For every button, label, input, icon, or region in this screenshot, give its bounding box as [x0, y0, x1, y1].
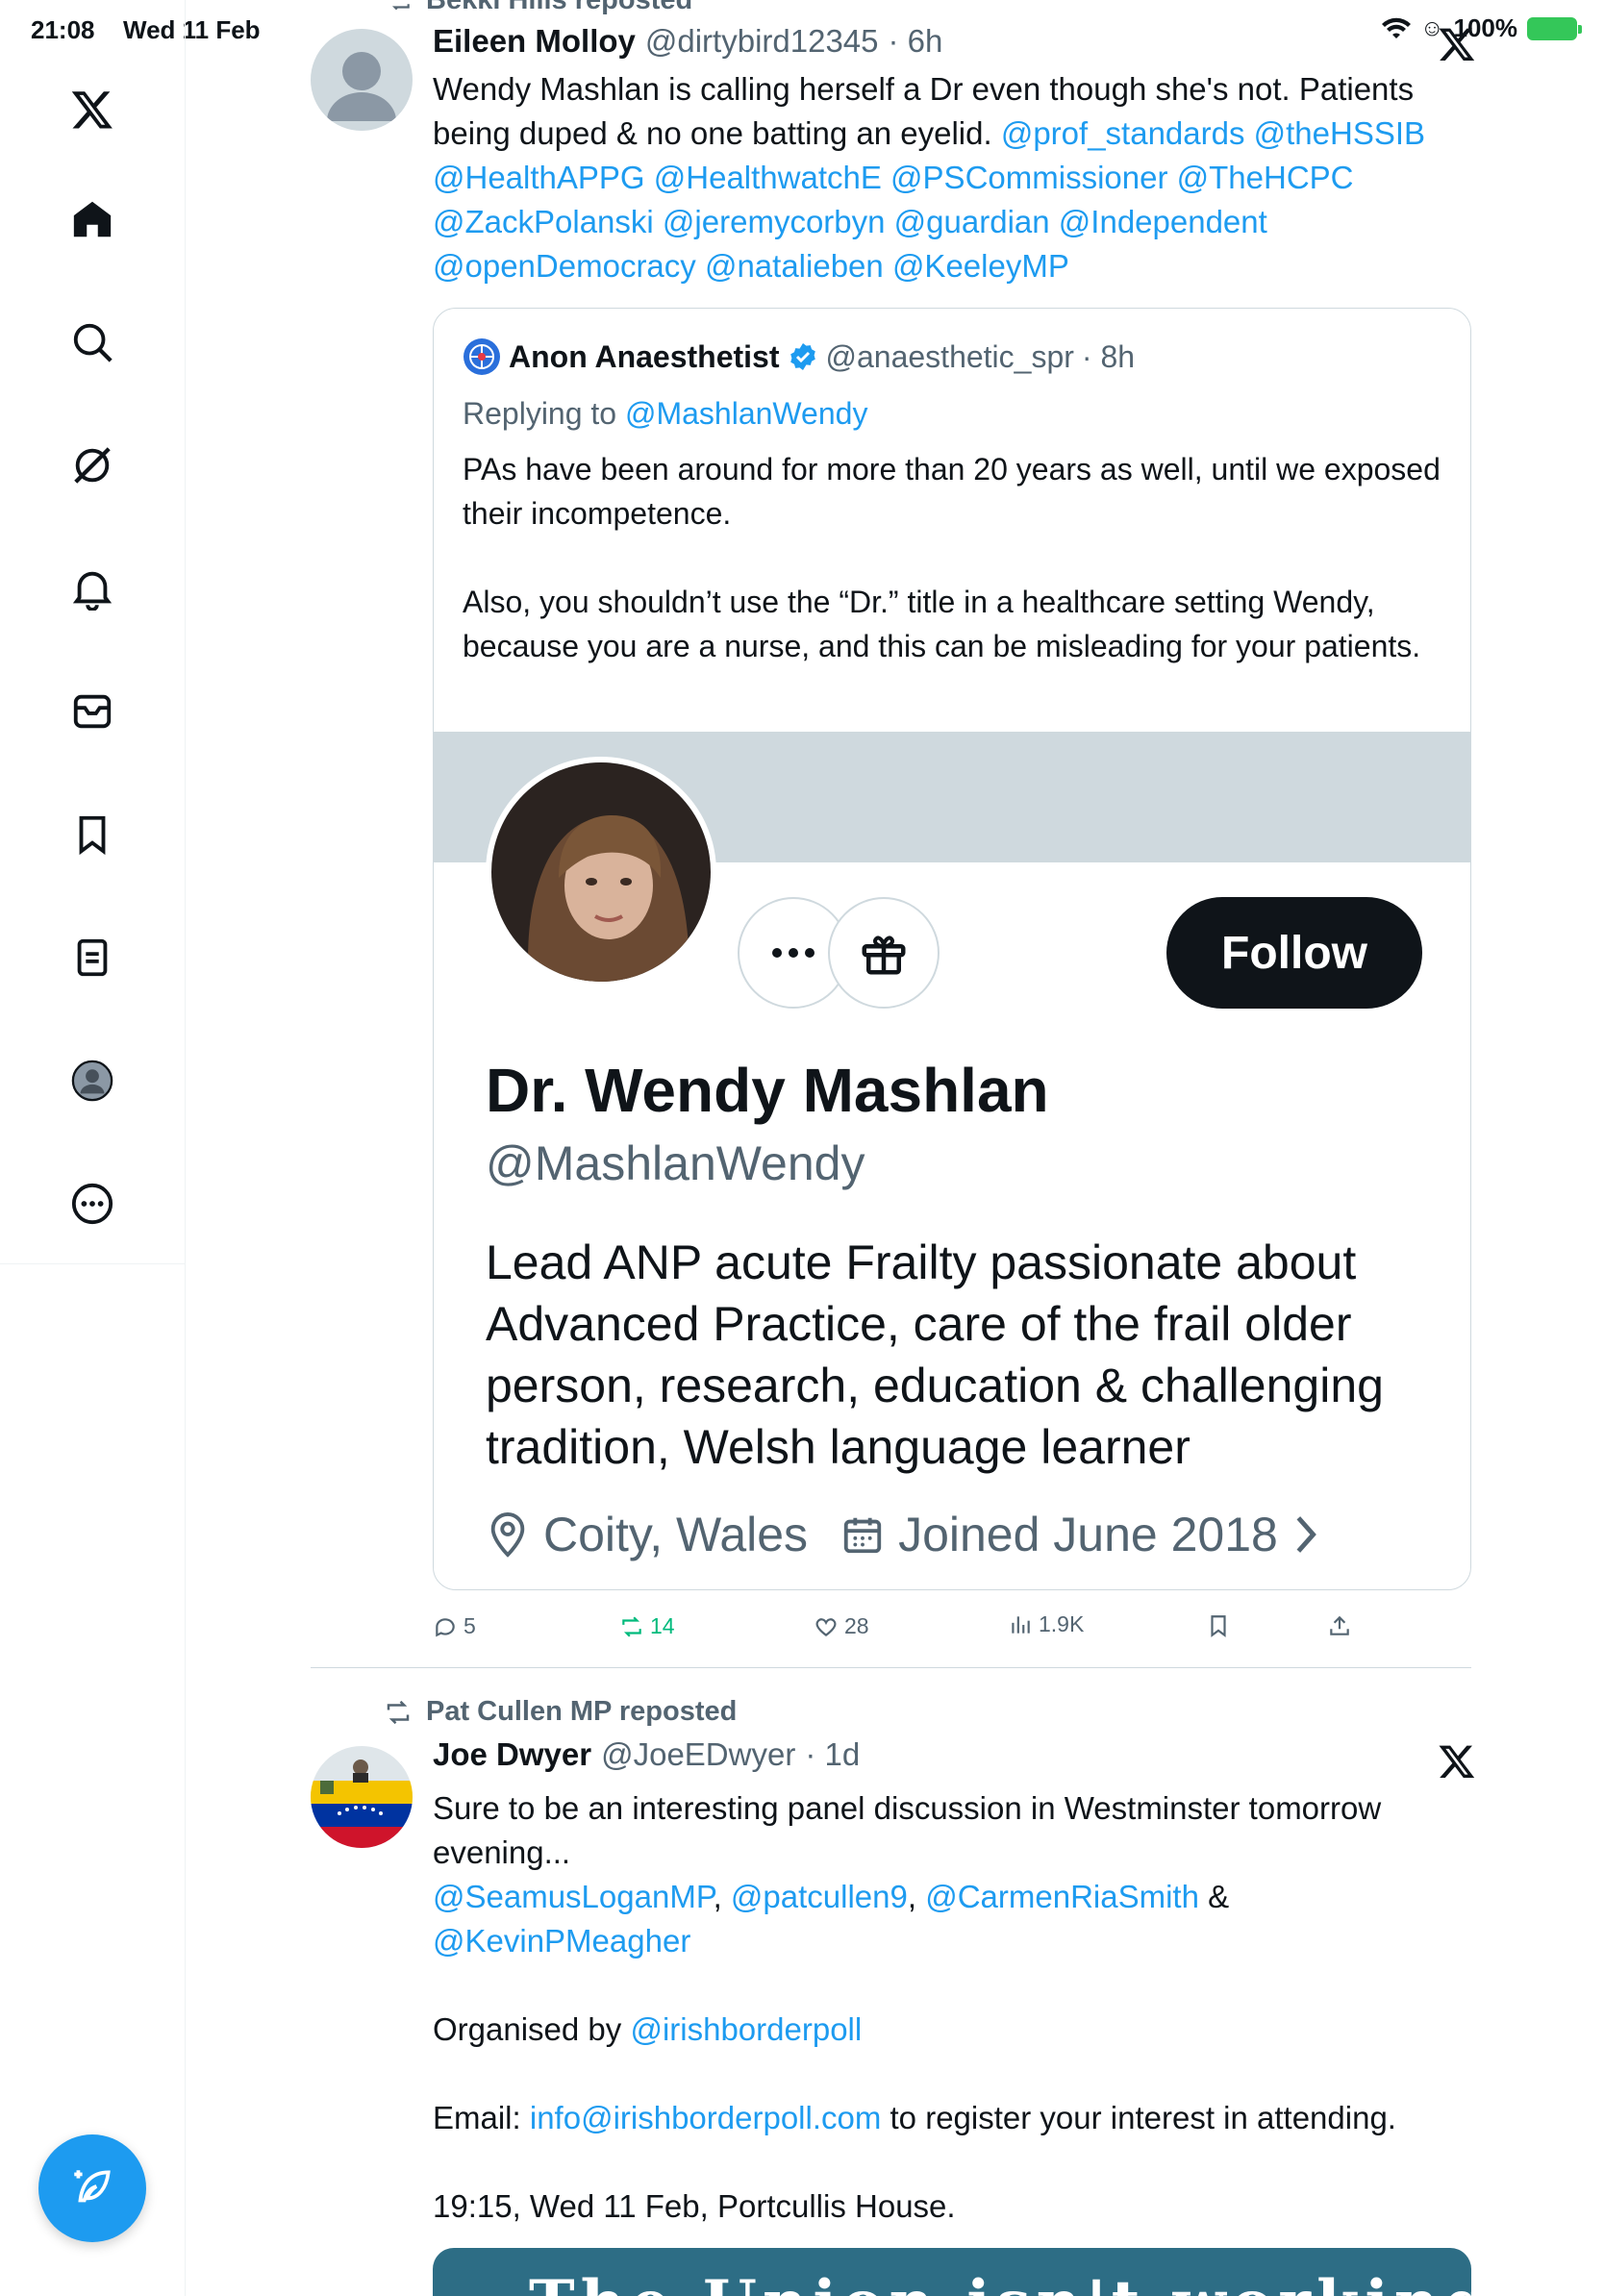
sidebar: [0, 0, 186, 2296]
repost-label: Pat Cullen MP reposted: [382, 1696, 737, 1728]
profile-name: Dr. Wendy Mashlan: [486, 1056, 1049, 1125]
post-time: · 1d: [805, 1736, 861, 1772]
repost-icon: [387, 1700, 410, 1724]
compose-feather-icon: [74, 2170, 111, 2203]
x-logo-icon[interactable]: [67, 85, 117, 135]
mention-link[interactable]: @SeamusLoganMP: [433, 1879, 714, 1914]
mention-link[interactable]: @guardian: [894, 204, 1050, 239]
mention-link[interactable]: @irishborderpoll: [630, 2011, 862, 2047]
avatar[interactable]: [311, 29, 413, 131]
mention-link[interactable]: @KeeleyMP: [892, 248, 1069, 284]
avatar[interactable]: [311, 1746, 413, 1848]
mention-link[interactable]: @ZackPolanski: [433, 204, 654, 239]
author-handle[interactable]: @JoeEDwyer: [601, 1736, 795, 1773]
views-button[interactable]: 1.9K: [1008, 1611, 1084, 1637]
profile-bio: Lead ANP acute Frailty passionate about …: [486, 1235, 1384, 1474]
home-icon[interactable]: [67, 194, 117, 244]
author-handle[interactable]: @dirtybird12345: [645, 23, 879, 60]
profile-gift-button[interactable]: [828, 897, 940, 1009]
notifications-bell-icon[interactable]: [67, 563, 117, 613]
repost-icon: [622, 1615, 641, 1637]
gift-icon: [862, 936, 906, 975]
profile-meta: Coity, Wales Joined June 2018: [486, 1507, 1320, 1562]
verified-badge-icon: [789, 343, 815, 370]
heart-icon: [815, 1617, 837, 1636]
mention-link[interactable]: @HealthwatchE: [654, 160, 882, 195]
tweet-image[interactable]: The Union isn't working: [433, 2248, 1471, 2296]
quoted-post-time: · 8h: [1081, 338, 1136, 374]
mention-link[interactable]: @patcullen9: [731, 1879, 908, 1914]
email-link[interactable]: info@irishborderpoll.com: [530, 2100, 881, 2135]
author-name[interactable]: Eileen Molloy: [433, 23, 636, 60]
profile-photo: [486, 757, 716, 987]
search-icon[interactable]: [67, 317, 117, 367]
sidebar-divider: [0, 1263, 186, 1264]
bookmarks-icon[interactable]: [67, 810, 117, 860]
views-chart-icon: [1012, 1615, 1030, 1634]
mention-link[interactable]: @PSCommissioner: [890, 160, 1167, 195]
image-text: The Union isn't working: [529, 2267, 1471, 2296]
bookmark-button[interactable]: [1206, 1613, 1231, 1638]
tweet-text: Wendy Mashlan is calling herself a Dr ev…: [433, 71, 1426, 284]
repost-label: Bekki Hills reposted: [386, 0, 692, 16]
messages-icon[interactable]: [67, 686, 117, 736]
reply-icon: [436, 1617, 455, 1636]
tweet-author: Eileen Molloy @dirtybird12345 · 6h: [433, 23, 942, 60]
tweet-divider: [311, 1667, 1471, 1668]
mention-link[interactable]: @theHSSIB: [1254, 115, 1425, 151]
quoted-text-para1: PAs have been around for more than 20 ye…: [463, 452, 1441, 531]
lists-icon[interactable]: [67, 933, 117, 983]
replying-to-link[interactable]: @MashlanWendy: [625, 396, 867, 431]
quoted-author-handle[interactable]: @anaesthetic_spr: [826, 339, 1074, 375]
quoted-author-name[interactable]: Anon Anaesthetist: [509, 339, 780, 375]
post-time: · 6h: [888, 23, 943, 59]
mention-link[interactable]: @natalieben: [705, 248, 884, 284]
tweet-actions: 5 14 28 1.9K: [433, 1610, 1394, 1648]
globe-avatar-icon[interactable]: [463, 337, 501, 376]
repost-button[interactable]: 14: [619, 1613, 675, 1639]
tweet-author: Joe Dwyer @JoeEDwyer · 1d: [433, 1736, 860, 1773]
more-options-icon[interactable]: [67, 1179, 117, 1229]
location-pin-icon: [490, 1511, 525, 1558]
reply-button[interactable]: 5: [433, 1613, 476, 1639]
profile-joined: Joined June 2018: [898, 1508, 1278, 1561]
mention-link[interactable]: @KevinPMeagher: [433, 1923, 690, 1959]
profile-handle: @MashlanWendy: [486, 1136, 865, 1190]
profile-avatar-icon[interactable]: [67, 1056, 117, 1106]
mention-link[interactable]: @Independent: [1059, 204, 1267, 239]
mention-link[interactable]: @prof_standards: [1001, 115, 1245, 151]
compose-post-button[interactable]: [38, 2134, 146, 2242]
quoted-tweet[interactable]: Anon Anaesthetist @anaesthetic_spr · 8h …: [433, 308, 1471, 1590]
ellipsis-icon: [772, 948, 815, 958]
grok-icon[interactable]: [67, 440, 117, 490]
author-name[interactable]: Joe Dwyer: [433, 1736, 591, 1773]
profile-location: Coity, Wales: [543, 1508, 809, 1561]
calendar-icon: [843, 1517, 882, 1554]
quoted-text-para2: Also, you shouldn’t use the “Dr.” title …: [463, 585, 1421, 663]
chevron-right-icon: [1296, 1516, 1316, 1553]
repost-icon: [391, 3, 410, 10]
share-button[interactable]: [1327, 1613, 1352, 1638]
mention-link[interactable]: @HealthAPPG: [433, 160, 645, 195]
follow-button[interactable]: Follow: [1166, 897, 1422, 1009]
tweet-text: Sure to be an interesting panel discussi…: [433, 1790, 1396, 2224]
mention-link[interactable]: @openDemocracy: [433, 248, 696, 284]
close-icon[interactable]: [1438, 1742, 1476, 1781]
quoted-author: Anon Anaesthetist @anaesthetic_spr · 8h: [463, 337, 1135, 376]
like-button[interactable]: 28: [814, 1613, 869, 1639]
share-icon: [1330, 1615, 1349, 1635]
close-icon[interactable]: [1438, 25, 1476, 63]
replying-to: Replying to @MashlanWendy: [463, 396, 868, 431]
mention-link[interactable]: @CarmenRiaSmith: [925, 1879, 1199, 1914]
timeline: Bekki Hills reposted Eileen Molloy @dirt…: [186, 0, 1604, 2296]
mention-link[interactable]: @jeremycorbyn: [663, 204, 886, 239]
mention-link[interactable]: @TheHCPC: [1177, 160, 1354, 195]
bookmark-icon: [1211, 1615, 1226, 1637]
